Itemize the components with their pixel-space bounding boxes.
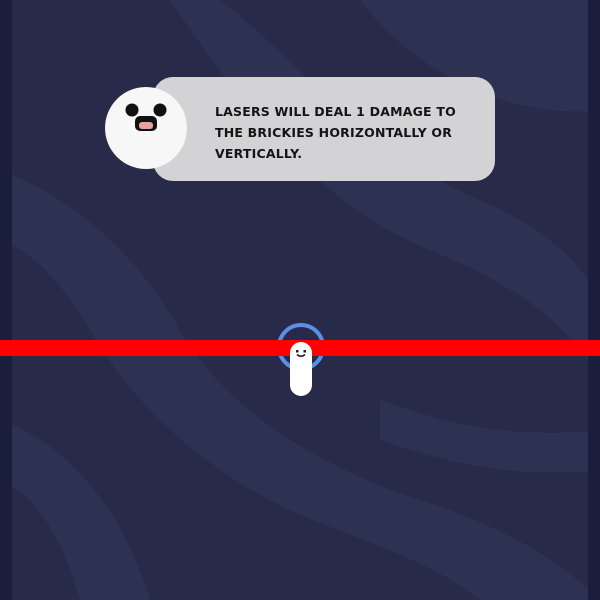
game-stage: LASERS WILL DEAL 1 DAMAGE TO THE BRICKIE… [0, 0, 600, 600]
tutorial-message: LASERS WILL DEAL 1 DAMAGE TO THE BRICKIE… [215, 104, 456, 161]
brickie-character-icon[interactable] [290, 342, 312, 396]
right-wall [588, 0, 600, 600]
tutorial-speech-bubble: LASERS WILL DEAL 1 DAMAGE TO THE BRICKIE… [153, 77, 495, 181]
left-wall [0, 0, 12, 600]
smiling-face-icon [105, 87, 187, 169]
